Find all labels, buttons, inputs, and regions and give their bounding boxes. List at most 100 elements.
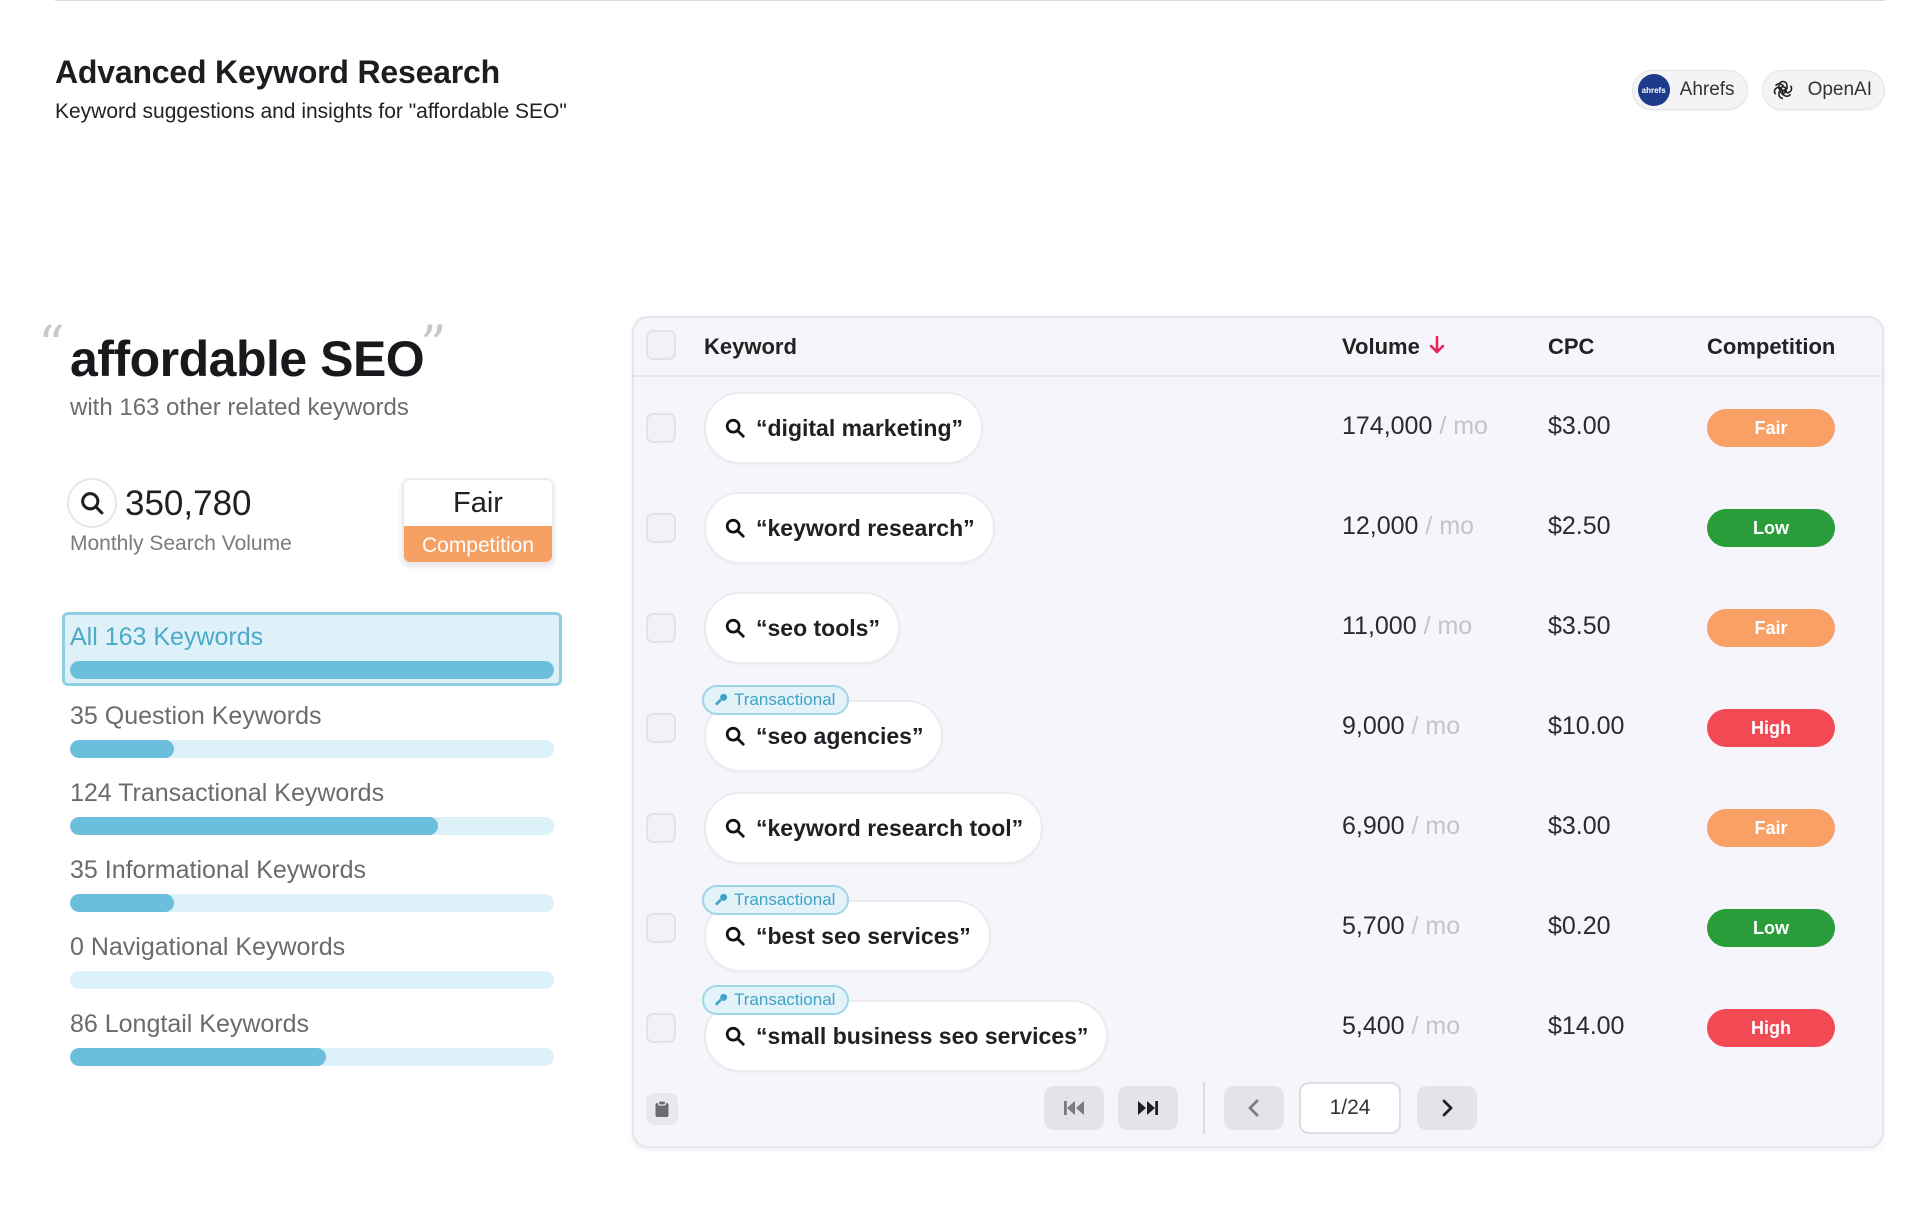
category-navigational[interactable]: 0 Navigational Keywords <box>62 923 562 1000</box>
column-header-cpc[interactable]: CPC <box>1548 334 1594 360</box>
search-icon <box>724 725 746 747</box>
provider-list: ahrefs Ahrefs OpenAI <box>1631 70 1885 110</box>
skip-last-icon <box>1138 1101 1158 1115</box>
intent-tag: Transactional <box>702 685 850 715</box>
cpc-cell: $2.50 <box>1548 512 1611 540</box>
competition-badge: Fair <box>1707 609 1835 647</box>
volume-cell: 5,700 / mo <box>1342 912 1460 941</box>
intent-label: Transactional <box>734 890 836 909</box>
search-icon <box>724 1025 746 1047</box>
category-informational[interactable]: 35 Informational Keywords <box>62 846 562 923</box>
table-header: Keyword Volume CPC Competition <box>634 318 1882 377</box>
category-longtail[interactable]: 86 Longtail Keywords <box>62 1000 562 1077</box>
seed-keyword: affordable SEO <box>70 331 425 387</box>
volume-unit: / mo <box>1411 712 1461 740</box>
intent-label: Transactional <box>734 690 836 709</box>
category-bar <box>70 817 554 835</box>
row-checkbox[interactable] <box>646 413 676 443</box>
keyword-pill[interactable]: “digital marketing” <box>704 392 984 464</box>
category-label: All 163 Keywords <box>70 623 264 651</box>
search-icon <box>724 817 746 839</box>
keyword-text: “keyword research” <box>756 514 975 541</box>
keywords-table: Keyword Volume CPC Competition “digital … <box>632 316 1884 1148</box>
search-icon <box>67 478 117 528</box>
volume-unit: / mo <box>1411 812 1461 840</box>
chevron-right-icon <box>1442 1099 1453 1117</box>
volume-unit: / mo <box>1423 612 1473 640</box>
top-divider <box>55 0 1885 1</box>
volume-value: 9,000 <box>1342 712 1405 740</box>
row-checkbox[interactable] <box>646 713 676 743</box>
volume-unit: / mo <box>1439 412 1488 440</box>
sort-descending-icon <box>1428 335 1446 361</box>
last-page-button[interactable] <box>1118 1086 1178 1130</box>
keyword-pill[interactable]: “seo tools” <box>704 592 900 664</box>
keyword-pill[interactable]: “keyword research” <box>704 492 995 564</box>
provider-chip-ahrefs[interactable]: ahrefs Ahrefs <box>1631 70 1748 110</box>
table-row[interactable]: “seo agencies” Transactional 9,000 / mo $10… <box>634 679 1882 777</box>
openai-logo-icon <box>1768 75 1798 105</box>
previous-page-button[interactable] <box>1224 1086 1284 1130</box>
related-keywords-count: with 163 other related keywords <box>70 394 409 421</box>
page-indicator[interactable]: 1/24 <box>1299 1082 1401 1134</box>
category-question[interactable]: 35 Question Keywords <box>62 692 562 769</box>
volume-cell: 9,000 / mo <box>1342 712 1460 741</box>
category-bar-fill <box>70 1048 326 1066</box>
volume-cell: 11,000 / mo <box>1342 612 1472 641</box>
keyword-text: “keyword research tool” <box>756 814 1024 841</box>
category-label: 86 Longtail Keywords <box>70 1010 310 1038</box>
first-page-button[interactable] <box>1044 1086 1104 1130</box>
category-bar-fill <box>70 894 175 912</box>
volume-cell: 174,000 / mo <box>1342 412 1488 441</box>
intent-label: Transactional <box>734 990 836 1009</box>
clipboard-icon[interactable] <box>646 1093 678 1125</box>
page-subtitle: Keyword suggestions and insights for "af… <box>55 100 567 123</box>
volume-cell: 12,000 / mo <box>1342 512 1474 541</box>
table-row[interactable]: “digital marketing” 174,000 / mo $3.00 Fair <box>634 379 1882 477</box>
intent-tag: Transactional <box>702 985 850 1015</box>
provider-chip-openai[interactable]: OpenAI <box>1761 70 1885 110</box>
row-checkbox[interactable] <box>646 513 676 543</box>
select-all-checkbox[interactable] <box>646 330 676 360</box>
competition-badge: Low <box>1707 509 1835 547</box>
table-row[interactable]: “keyword research tool” 6,900 / mo $3.00 Fa… <box>634 779 1882 877</box>
keyword-pill[interactable]: “keyword research tool” <box>704 792 1044 864</box>
table-row[interactable]: “best seo services” Transactional 5,700 / … <box>634 879 1882 977</box>
table-row[interactable]: “keyword research” 12,000 / mo $2.50 Low <box>634 479 1882 577</box>
column-header-competition[interactable]: Competition <box>1707 334 1835 360</box>
volume-value: 11,000 <box>1342 612 1417 640</box>
search-icon <box>724 617 746 639</box>
key-icon <box>714 693 728 707</box>
next-page-button[interactable] <box>1417 1086 1477 1130</box>
volume-value: 350,780 <box>125 484 252 523</box>
column-header-volume-label: Volume <box>1342 334 1420 359</box>
provider-name: Ahrefs <box>1679 79 1735 100</box>
key-icon <box>714 893 728 907</box>
category-transactional[interactable]: 124 Transactional Keywords <box>62 769 562 846</box>
row-checkbox[interactable] <box>646 813 676 843</box>
volume-unit: / mo <box>1411 1012 1461 1040</box>
table-footer: 1/24 <box>634 1066 1882 1146</box>
category-bar <box>70 740 554 758</box>
competition-badge: Fair <box>1707 809 1835 847</box>
page-title: Advanced Keyword Research <box>55 54 500 90</box>
category-bar <box>70 894 554 912</box>
chevron-left-icon <box>1248 1099 1259 1117</box>
column-header-volume[interactable]: Volume <box>1342 334 1446 361</box>
category-all[interactable]: All 163 Keywords <box>62 612 562 686</box>
keyword-text: “seo tools” <box>756 614 880 641</box>
cpc-cell: $0.20 <box>1548 912 1611 940</box>
volume-value: 174,000 <box>1342 412 1433 440</box>
row-checkbox[interactable] <box>646 1013 676 1043</box>
table-row[interactable]: “small business seo services” Transaction… <box>634 979 1882 1077</box>
table-row[interactable]: “seo tools” 11,000 / mo $3.50 Fair <box>634 579 1882 677</box>
intent-tag: Transactional <box>702 885 850 915</box>
column-header-keyword[interactable]: Keyword <box>704 334 797 360</box>
row-checkbox[interactable] <box>646 613 676 643</box>
key-icon <box>714 993 728 1007</box>
volume-cell: 5,400 / mo <box>1342 1012 1460 1041</box>
keyword-category-list: All 163 Keywords 35 Question Keywords 12… <box>62 612 562 1077</box>
row-checkbox[interactable] <box>646 913 676 943</box>
volume-unit: / mo <box>1425 512 1475 540</box>
keyword-text: “small business seo services” <box>756 1022 1089 1049</box>
